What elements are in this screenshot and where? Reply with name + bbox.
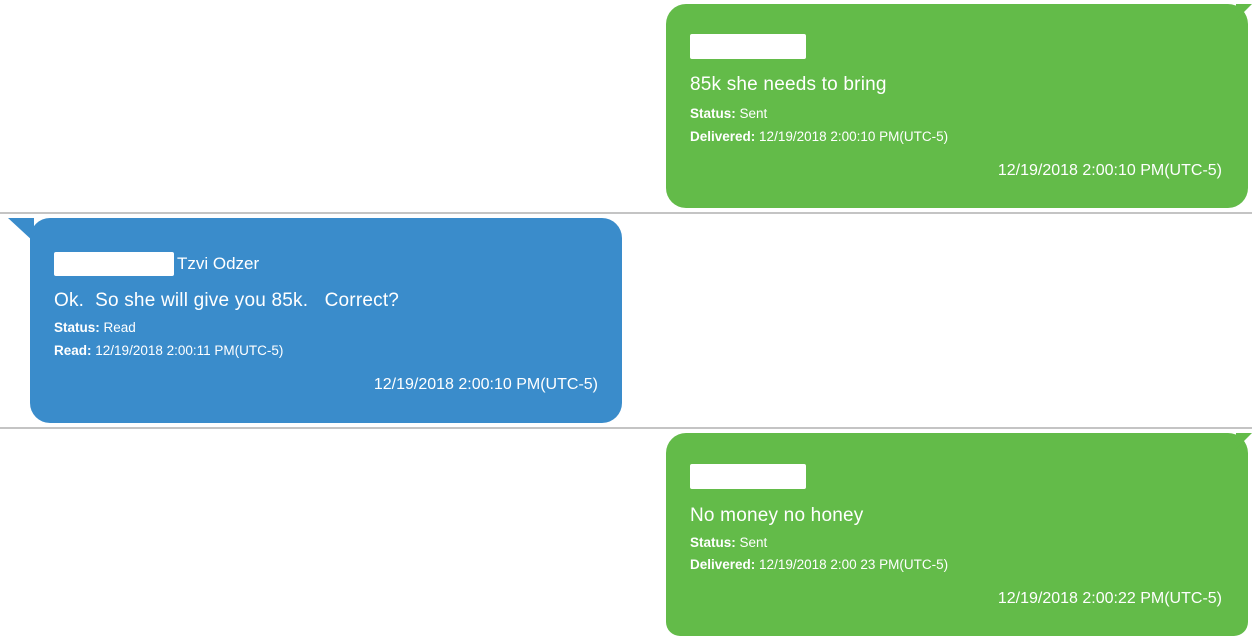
message-body: Ok. So she will give you 85k. Correct? (54, 290, 400, 311)
message-status: Status: Read (54, 320, 136, 335)
redacted-sender-block (690, 34, 806, 59)
redacted-sender-block (54, 252, 174, 276)
status-value: Sent (739, 106, 768, 121)
message-status: Status: Sent (690, 106, 767, 121)
message-bubble-incoming: Tzvi Odzer Ok. So she will give you 85k.… (30, 218, 622, 423)
message-delivered: Delivered: 12/19/2018 2:00 23 PM(UTC-5) (690, 557, 948, 572)
message-timestamp: 12/19/2018 2:00:22 PM(UTC-5) (997, 590, 1222, 607)
delivered-value: 12/19/2018 2:00:10 PM(UTC-5) (759, 129, 949, 144)
message-divider (0, 427, 1252, 429)
status-label: Status: (690, 106, 736, 121)
message-read: Read: 12/19/2018 2:00:11 PM(UTC-5) (54, 343, 283, 358)
delivered-label: Delivered: (690, 557, 756, 572)
message-body: 85k she needs to bring (690, 74, 887, 95)
status-value: Sent (739, 535, 768, 550)
message-bubble-outgoing: 85k she needs to bring Status: Sent Deli… (666, 4, 1248, 208)
message-divider (0, 212, 1252, 214)
message-timestamp: 12/19/2018 2:00:10 PM(UTC-5) (997, 162, 1222, 179)
read-label: Read: (54, 343, 92, 358)
status-value: Read (103, 320, 136, 335)
message-body: No money no honey (690, 505, 864, 526)
delivered-value: 12/19/2018 2:00 23 PM(UTC-5) (759, 557, 949, 572)
sender-name: Tzvi Odzer (177, 254, 260, 273)
redacted-sender-block (690, 464, 806, 489)
bubble-tail (1236, 4, 1252, 20)
message-delivered: Delivered: 12/19/2018 2:00:10 PM(UTC-5) (690, 129, 948, 144)
status-label: Status: (690, 535, 736, 550)
bubble-tail (8, 218, 34, 242)
read-value: 12/19/2018 2:00:11 PM(UTC-5) (95, 343, 284, 358)
message-timestamp: 12/19/2018 2:00:10 PM(UTC-5) (373, 376, 598, 393)
bubble-tail (1236, 433, 1252, 449)
message-status: Status: Sent (690, 535, 767, 550)
message-bubble-outgoing: No money no honey Status: Sent Delivered… (666, 433, 1248, 636)
status-label: Status: (54, 320, 100, 335)
delivered-label: Delivered: (690, 129, 756, 144)
